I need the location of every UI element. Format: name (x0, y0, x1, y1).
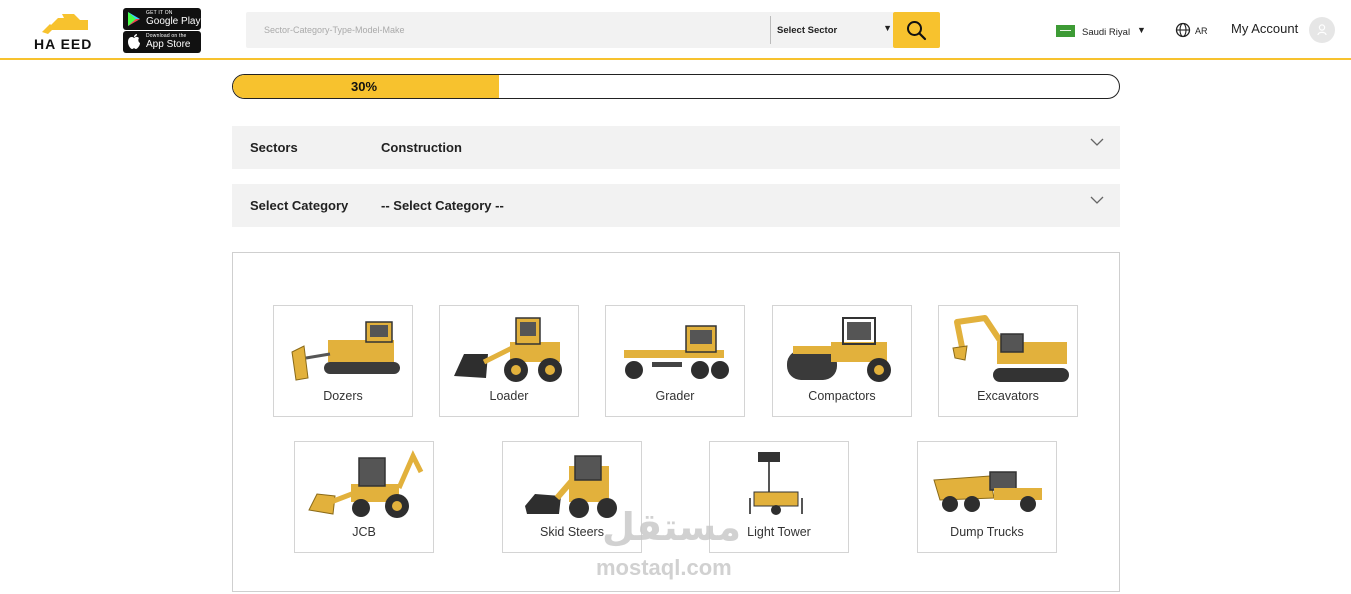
google-play-badge[interactable]: GET IT ON Google Play (123, 8, 201, 30)
dump-truck-icon (933, 471, 1042, 512)
compactor-icon (787, 317, 891, 382)
category-card-grader[interactable]: Grader (605, 305, 745, 417)
logo-excavator-icon (42, 14, 88, 34)
grader-icon (624, 325, 729, 379)
category-label: JCB (352, 525, 376, 539)
top-header: HA EED GET IT ON Google Play Download on… (0, 0, 1351, 60)
sectors-row[interactable]: Sectors Construction (232, 126, 1120, 169)
globe-icon (1175, 22, 1191, 38)
search-icon (907, 21, 927, 41)
category-label: Loader (489, 389, 529, 403)
backhoe-icon (308, 450, 424, 518)
watermark-latin: mostaql.com (596, 555, 732, 580)
chevron-down-icon (1090, 196, 1104, 204)
search-button[interactable] (893, 12, 940, 48)
sectors-label: Sectors (250, 140, 298, 155)
watermark-arabic: مستقل (602, 505, 741, 549)
sector-select[interactable]: Select Sector ▼ (770, 16, 894, 44)
currency-label: Saudi Riyal (1082, 27, 1131, 38)
loader-icon (454, 317, 562, 382)
search-input[interactable] (246, 12, 770, 48)
category-card-compactors[interactable]: Compactors (772, 305, 912, 417)
caret-down-icon: ▼ (883, 23, 892, 33)
category-value: -- Select Category -- (381, 198, 504, 213)
saudi-flag-icon (1056, 25, 1075, 37)
caret-down-icon: ▼ (1137, 25, 1146, 35)
my-account-label: My Account (1231, 21, 1299, 36)
avatar (1309, 17, 1335, 43)
app-store-text: App Store (146, 39, 191, 50)
google-play-icon (128, 12, 140, 26)
haseed-logo[interactable]: HA EED (32, 10, 106, 52)
logo-text: HA EED (34, 36, 93, 52)
sectors-value: Construction (381, 140, 462, 155)
category-label: Select Category (250, 198, 349, 213)
category-label: Dump Trucks (950, 525, 1024, 539)
search-bar: Select Sector ▼ (246, 12, 894, 48)
category-label: Compactors (808, 389, 876, 403)
app-store-badge[interactable]: Download on the App Store (123, 31, 201, 53)
category-label: Grader (655, 389, 695, 403)
progress-label: 30% (351, 79, 378, 94)
sector-select-label: Select Sector (777, 25, 838, 36)
category-card-excavators[interactable]: Excavators (938, 305, 1078, 417)
google-play-text: Google Play (146, 16, 201, 27)
category-label: Excavators (977, 389, 1039, 403)
user-icon (1317, 24, 1327, 36)
category-card-dump-trucks[interactable]: Dump Trucks (917, 441, 1057, 553)
apple-icon (128, 34, 140, 49)
category-card-jcb[interactable]: JCB (294, 441, 434, 553)
excavator-icon (952, 315, 1069, 382)
dozer-icon (291, 321, 400, 381)
category-card-dozers[interactable]: Dozers (273, 305, 413, 417)
category-row[interactable]: Select Category -- Select Category -- (232, 184, 1120, 227)
language-label: AR (1195, 26, 1208, 36)
category-label: Dozers (323, 389, 363, 403)
progress-bar: 30% (232, 74, 1120, 99)
category-card-loader[interactable]: Loader (439, 305, 579, 417)
chevron-down-icon (1090, 138, 1104, 146)
